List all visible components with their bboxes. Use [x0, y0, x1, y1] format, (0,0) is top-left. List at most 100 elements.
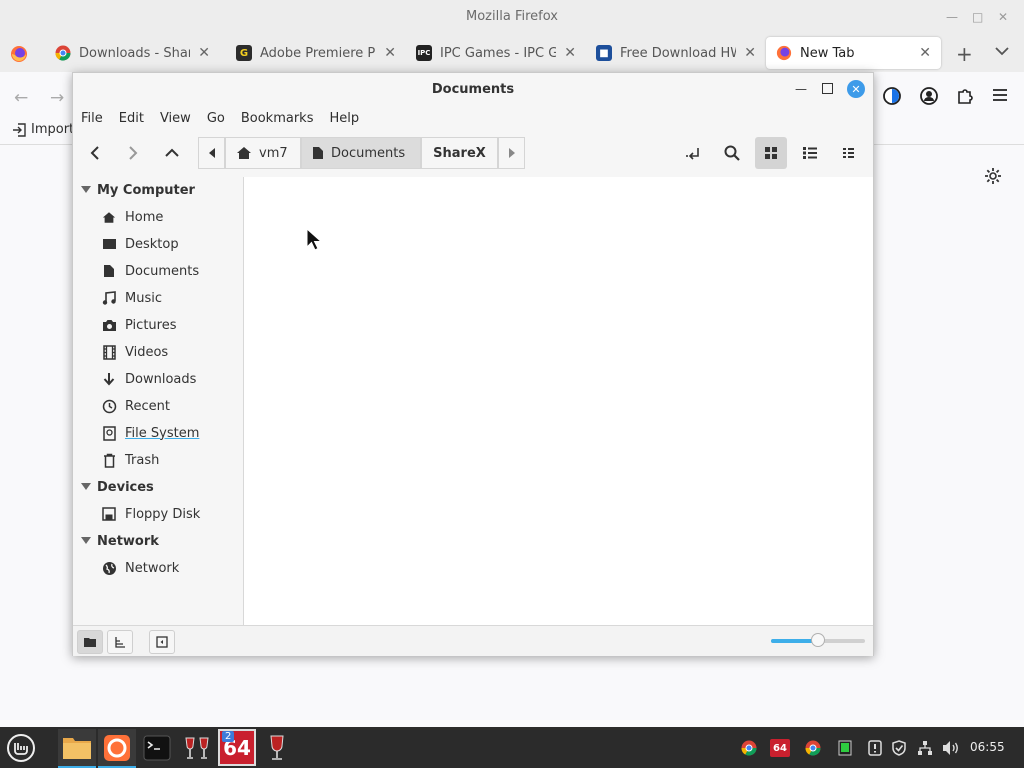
sidebar-item-documents[interactable]: Documents: [101, 261, 199, 281]
zoom-slider[interactable]: [771, 633, 865, 647]
tab-adobe-premiere[interactable]: G Adobe Premiere Pro ✕: [226, 37, 406, 69]
menu-go[interactable]: Go: [199, 106, 233, 132]
tray-app-64-icon[interactable]: 64: [770, 739, 790, 757]
menu-bookmarks[interactable]: Bookmarks: [233, 106, 322, 132]
sidebar-item-music[interactable]: Music: [101, 288, 162, 308]
zoom-slider-handle[interactable]: [811, 633, 825, 647]
taskbar-app-64[interactable]: 64 2: [218, 729, 256, 766]
breadcrumb-scroll-left[interactable]: [198, 137, 225, 169]
tray-chrome-icon[interactable]: [740, 739, 758, 757]
maximize-icon[interactable]: [822, 83, 833, 94]
floppy-disk-icon: [101, 506, 117, 522]
icon-view-button[interactable]: [755, 137, 787, 169]
tab-close-icon[interactable]: ✕: [384, 45, 396, 61]
extensions-puzzle-icon[interactable]: [955, 86, 975, 106]
file-manager-window: Documents — ✕ File Edit View Go Bookmark…: [72, 72, 874, 656]
close-icon[interactable]: ✕: [847, 80, 865, 98]
menu-file[interactable]: File: [73, 106, 111, 132]
tab-close-icon[interactable]: ✕: [919, 45, 931, 61]
taskbar-terminal[interactable]: [138, 729, 176, 766]
tray-shield-icon[interactable]: [890, 739, 908, 757]
breadcrumb-sharex[interactable]: ShareX: [421, 137, 498, 169]
minimize-icon[interactable]: —: [795, 82, 807, 96]
tab-close-icon[interactable]: ✕: [198, 45, 210, 61]
up-button[interactable]: [156, 137, 188, 169]
taskbar-wine-glasses[interactable]: [178, 729, 216, 766]
folder-icon: [84, 638, 96, 647]
grid-view-icon: [765, 147, 777, 159]
back-button[interactable]: [79, 137, 111, 169]
toolbar: vm7 Documents ShareX: [73, 135, 873, 173]
sidebar-item-file-system[interactable]: File System: [101, 423, 199, 443]
maximize-icon[interactable]: □: [972, 10, 983, 24]
sidebar-toggle-icon: [156, 636, 168, 648]
tab-close-icon[interactable]: ✕: [564, 45, 576, 61]
account-icon[interactable]: [919, 86, 939, 106]
tray-volume-icon[interactable]: [942, 739, 960, 757]
taskbar-wine[interactable]: [258, 729, 296, 766]
location-entry-icon: [686, 148, 699, 160]
triangle-right-icon: [508, 148, 515, 158]
menu-edit[interactable]: Edit: [111, 106, 152, 132]
forward-button[interactable]: [117, 137, 149, 169]
forward-arrow-icon[interactable]: →: [50, 88, 64, 108]
breadcrumb-scroll-right[interactable]: [498, 137, 525, 169]
wine-glass-icon: [270, 735, 284, 760]
sidebar-section-devices[interactable]: Devices: [81, 477, 154, 497]
sidebar-section-network[interactable]: Network: [81, 531, 159, 551]
document-icon: [313, 147, 323, 159]
sidebar-section-my-computer[interactable]: My Computer: [81, 180, 195, 200]
sidebar-item-home[interactable]: Home: [101, 207, 163, 227]
list-view-button[interactable]: [794, 137, 826, 169]
menu-view[interactable]: View: [152, 106, 199, 132]
clock[interactable]: 06:55: [970, 740, 1005, 754]
show-treeview-button[interactable]: [107, 630, 133, 654]
chevron-up-icon: [165, 148, 179, 157]
camera-icon: [101, 317, 117, 333]
taskbar-files[interactable]: [58, 729, 96, 768]
sidebar-item-recent[interactable]: Recent: [101, 396, 170, 416]
tray-updates-icon[interactable]: [866, 739, 884, 757]
sidebar-item-downloads[interactable]: Downloads: [101, 369, 196, 389]
hamburger-menu-icon[interactable]: [991, 86, 1009, 104]
sidebar-item-pictures[interactable]: Pictures: [101, 315, 176, 335]
new-tab-plus-icon[interactable]: +: [956, 42, 973, 66]
menu-help[interactable]: Help: [321, 106, 367, 132]
compact-view-button[interactable]: [833, 137, 865, 169]
import-bookmarks-button[interactable]: Import: [12, 122, 74, 137]
toggle-location-entry-button[interactable]: [677, 137, 709, 169]
sidebar-item-desktop[interactable]: Desktop: [101, 234, 179, 254]
sidebar-item-floppy-disk[interactable]: Floppy Disk: [101, 504, 200, 524]
tab-new-tab[interactable]: New Tab ✕: [766, 37, 941, 69]
tab-free-download-hw[interactable]: ■ Free Download HWi ✕: [586, 37, 766, 69]
mint-menu-button[interactable]: [2, 729, 40, 766]
file-manager-titlebar[interactable]: Documents — ✕: [73, 73, 873, 106]
file-view-area[interactable]: [244, 177, 873, 625]
tray-system-monitor-icon[interactable]: [836, 739, 854, 757]
show-places-button[interactable]: [77, 630, 103, 654]
tab-ipc-games[interactable]: IPC IPC Games - IPC Gam ✕: [406, 37, 586, 69]
firefox-menu-icon[interactable]: [10, 45, 28, 63]
sidebar-item-network[interactable]: Network: [101, 558, 179, 578]
page-settings-gear-icon[interactable]: [984, 167, 1002, 185]
sidebar-item-videos[interactable]: Videos: [101, 342, 168, 362]
tray-chrome-icon-2[interactable]: [804, 739, 822, 757]
linux-mint-logo-icon: [7, 733, 35, 762]
tray-network-icon[interactable]: [916, 739, 934, 757]
hide-sidebar-button[interactable]: [149, 630, 175, 654]
tab-downloads-sharex[interactable]: Downloads - ShareX ✕: [45, 37, 220, 69]
search-button[interactable]: [716, 137, 748, 169]
hw-icon: ■: [596, 45, 612, 61]
close-icon[interactable]: ✕: [998, 10, 1008, 24]
back-arrow-icon[interactable]: ←: [14, 88, 28, 108]
taskbar-firefox[interactable]: [98, 729, 136, 768]
home-icon: [101, 209, 117, 225]
sidebar-item-trash[interactable]: Trash: [101, 450, 159, 470]
list-tabs-chevron-icon[interactable]: [995, 46, 1009, 56]
taskbar: 64 2 64 06:55: [0, 727, 1024, 768]
breadcrumb-documents[interactable]: Documents: [301, 137, 421, 169]
theme-contrast-icon[interactable]: [882, 86, 902, 106]
breadcrumb-vm7[interactable]: vm7: [225, 137, 301, 169]
minimize-icon[interactable]: —: [946, 10, 958, 24]
tab-close-icon[interactable]: ✕: [744, 45, 756, 61]
